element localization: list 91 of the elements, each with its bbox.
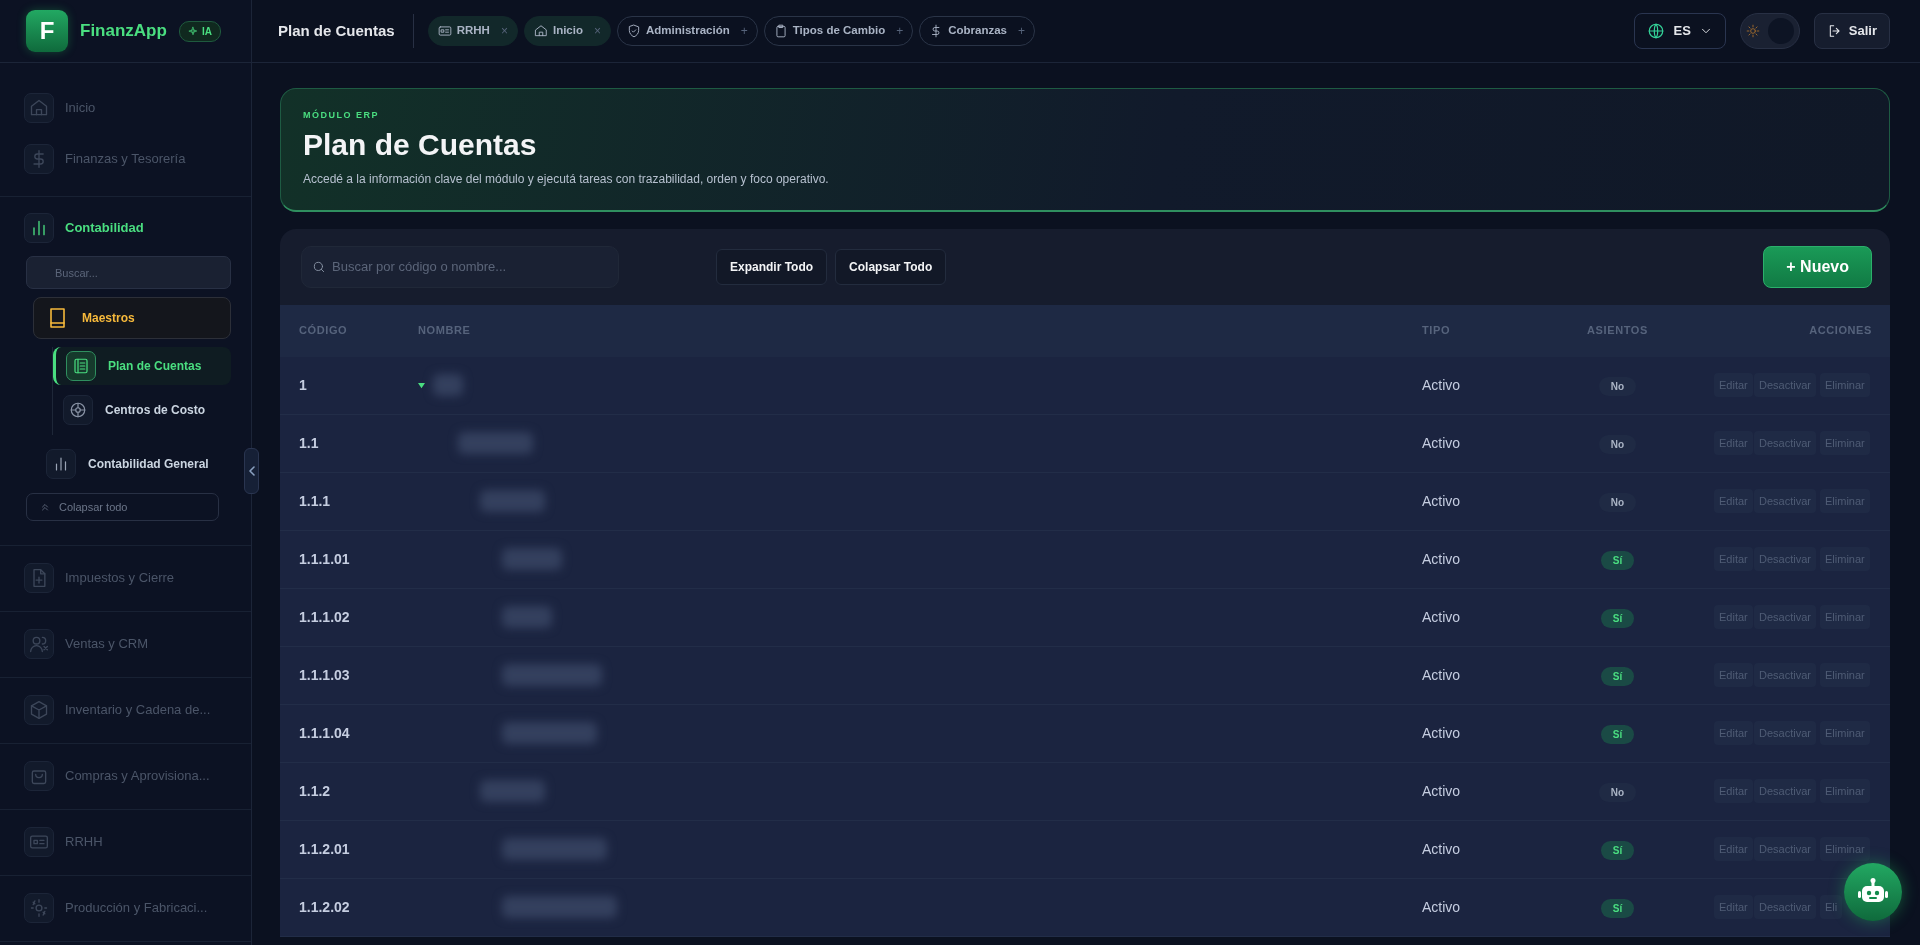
account-type: Activo xyxy=(1422,840,1461,857)
sidebar-item[interactable]: Inicio xyxy=(24,93,229,123)
blurred-text xyxy=(480,490,545,512)
app-name: FinanzApp xyxy=(80,20,167,43)
status-badge: Sí xyxy=(1600,898,1635,918)
account-type: Activo xyxy=(1422,724,1461,741)
shield-icon xyxy=(627,24,641,38)
account-code: 1.1.1.01 xyxy=(299,550,350,567)
column-header: ACCIONES xyxy=(1809,324,1872,337)
account-type: Activo xyxy=(1422,434,1461,451)
sun-icon xyxy=(1745,24,1760,38)
status-badge: No xyxy=(1598,376,1637,396)
sidebar-item[interactable]: Inventario y Cadena de... xyxy=(24,695,229,725)
tab[interactable]: Inicio × xyxy=(523,16,611,46)
account-type: Activo xyxy=(1422,376,1461,393)
ai-badge: IA xyxy=(178,20,221,42)
toolbar-button[interactable]: Expandir Todo xyxy=(716,248,828,285)
page-heading: Plan de Cuentas xyxy=(303,126,538,163)
blurred-text xyxy=(502,548,562,570)
sidebar-subitem[interactable]: Plan de Cuentas xyxy=(53,347,231,385)
sidebar-group-item[interactable]: Contabilidad General xyxy=(33,443,231,485)
target-icon xyxy=(69,401,87,419)
blurred-text xyxy=(480,780,545,802)
eyebrow-label: MÓDULO ERP xyxy=(303,109,380,122)
account-code: 1.1.1.02 xyxy=(299,608,350,625)
sidebar-item[interactable]: Finanzas y Tesorería xyxy=(24,144,229,174)
account-code: 1.1.2.02 xyxy=(299,898,350,915)
chevron-left-icon xyxy=(247,466,256,476)
account-type: Activo xyxy=(1422,898,1461,915)
tab[interactable]: RRHH × xyxy=(427,16,518,46)
id-card-icon xyxy=(437,24,452,38)
blurred-text xyxy=(433,374,463,396)
toolbar-button[interactable]: Colapsar Todo xyxy=(835,248,947,285)
status-badge: Sí xyxy=(1600,666,1635,686)
account-type: Activo xyxy=(1422,550,1461,567)
page-description: Accedé a la información clave del módulo y ejecutá tareas con trazabilidad, orden y foco operativo. xyxy=(303,170,830,188)
gear-icon xyxy=(29,898,49,918)
double-chevron-up-icon xyxy=(39,501,51,513)
search-field[interactable]: Buscar por código o nombre... xyxy=(301,245,619,288)
account-code: 1.1.2.01 xyxy=(299,840,350,857)
sidebar-item[interactable]: Ventas y CRM xyxy=(24,629,229,659)
home-icon xyxy=(29,98,49,118)
status-badge: No xyxy=(1598,782,1637,802)
sidebar-item[interactable]: RRHH xyxy=(24,827,229,857)
sidebar-group-item[interactable]: Maestros xyxy=(33,297,231,339)
status-badge: Sí xyxy=(1600,608,1635,628)
account-code: 1.1.1.03 xyxy=(299,666,350,683)
globe-icon xyxy=(1647,22,1666,40)
search-field[interactable]: Buscar... xyxy=(26,256,231,289)
new-button[interactable]: + Nuevo xyxy=(1763,245,1872,288)
sparkle-icon xyxy=(187,26,198,36)
status-badge: Sí xyxy=(1600,840,1635,860)
column-header: CÓDIGO xyxy=(299,324,348,337)
status-badge: Sí xyxy=(1600,550,1635,570)
column-header: ASIENTOS xyxy=(1587,324,1648,337)
account-code: 1.1 xyxy=(299,434,319,451)
account-type: Activo xyxy=(1422,782,1461,799)
search-icon xyxy=(312,259,326,274)
sidebar-item[interactable]: Compras y Aprovisiona... xyxy=(24,761,229,791)
collapse-all-button[interactable]: Colapsar todo xyxy=(26,493,219,521)
account-code: 1.1.1 xyxy=(299,492,331,509)
status-badge: No xyxy=(1598,434,1637,454)
status-badge: Sí xyxy=(1600,724,1635,744)
list-icon xyxy=(72,357,90,375)
search-input[interactable]: Buscar por código o nombre... xyxy=(330,246,608,287)
account-code: 1 xyxy=(299,376,307,393)
app-logo: F xyxy=(26,10,68,52)
account-type: Activo xyxy=(1422,492,1461,509)
sidebar-item[interactable]: Impuestos y Cierre xyxy=(24,563,229,593)
home-icon xyxy=(533,24,548,38)
sidebar-subitem[interactable]: Centros de Costo xyxy=(53,391,231,429)
status-badge: No xyxy=(1598,492,1637,512)
search-input[interactable]: Buscar... xyxy=(53,257,204,288)
sidebar-item[interactable]: Producción y Fabricaci... xyxy=(24,893,229,923)
account-code: 1.1.1.04 xyxy=(299,724,350,741)
clipboard-icon xyxy=(773,24,788,38)
page-title: Plan de Cuentas xyxy=(278,14,414,48)
column-header: TIPO xyxy=(1422,324,1451,337)
logout-button[interactable]: Salir xyxy=(1813,13,1890,49)
column-header: NOMBRE xyxy=(418,324,471,337)
sidebar-item[interactable]: Contabilidad xyxy=(24,213,229,243)
box-icon xyxy=(29,700,49,720)
account-code: 1.1.2 xyxy=(299,782,331,799)
language-dropdown[interactable]: ES xyxy=(1634,13,1726,49)
blurred-text xyxy=(502,606,552,628)
theme-toggle[interactable] xyxy=(1739,13,1800,49)
sidebar-toggle[interactable] xyxy=(244,448,259,494)
caret-down-icon[interactable] xyxy=(418,381,425,389)
account-type: Activo xyxy=(1422,666,1461,683)
users-icon xyxy=(29,634,49,654)
account-type: Activo xyxy=(1422,608,1461,625)
